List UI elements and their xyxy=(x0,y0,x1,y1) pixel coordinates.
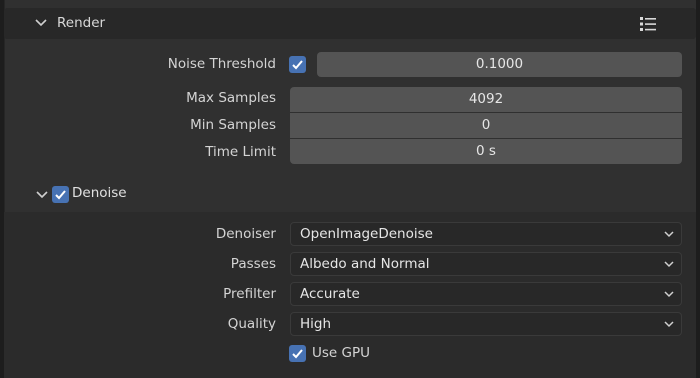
noise-threshold-field[interactable]: 0.1000 xyxy=(317,52,682,77)
chevron-down-icon xyxy=(664,291,674,298)
denoiser-label: Denoiser xyxy=(215,226,276,242)
noise-threshold-label: Noise Threshold xyxy=(167,56,276,72)
denoise-title: Denoise xyxy=(72,185,127,201)
checkmark-icon xyxy=(292,60,303,70)
denoiser-dropdown[interactable]: OpenImageDenoise xyxy=(290,222,682,246)
checkmark-icon xyxy=(55,190,66,200)
denoiser-value: OpenImageDenoise xyxy=(300,226,433,242)
min-samples-label: Min Samples xyxy=(190,117,276,133)
panel-title: Render xyxy=(57,15,106,31)
prefilter-dropdown[interactable]: Accurate xyxy=(290,282,682,306)
prefilter-label: Prefilter xyxy=(223,286,276,302)
time-limit-label: Time Limit xyxy=(205,144,276,160)
passes-label: Passes xyxy=(230,256,276,272)
chevron-down-icon xyxy=(664,231,674,238)
time-limit-field[interactable]: 0 s xyxy=(290,139,682,164)
max-samples-label: Max Samples xyxy=(186,90,276,106)
quality-dropdown[interactable]: High xyxy=(290,312,682,336)
passes-dropdown[interactable]: Albedo and Normal xyxy=(290,252,682,276)
min-samples-field[interactable]: 0 xyxy=(290,113,682,138)
chevron-down-icon[interactable] xyxy=(34,17,48,29)
quality-value: High xyxy=(300,316,332,332)
list-menu-icon[interactable] xyxy=(638,15,658,33)
chevron-down-icon xyxy=(664,321,674,328)
max-samples-field[interactable]: 4092 xyxy=(290,87,682,112)
panel-header[interactable]: Render xyxy=(4,8,696,39)
quality-label: Quality xyxy=(227,316,276,332)
passes-value: Albedo and Normal xyxy=(300,256,430,272)
use-gpu-checkbox[interactable] xyxy=(289,345,306,362)
denoise-checkbox[interactable] xyxy=(52,186,69,203)
checkmark-icon xyxy=(292,349,303,359)
chevron-down-icon[interactable] xyxy=(35,189,49,201)
chevron-down-icon xyxy=(664,261,674,268)
noise-threshold-checkbox[interactable] xyxy=(289,56,306,73)
prefilter-value: Accurate xyxy=(300,286,360,302)
use-gpu-label[interactable]: Use GPU xyxy=(312,345,370,361)
